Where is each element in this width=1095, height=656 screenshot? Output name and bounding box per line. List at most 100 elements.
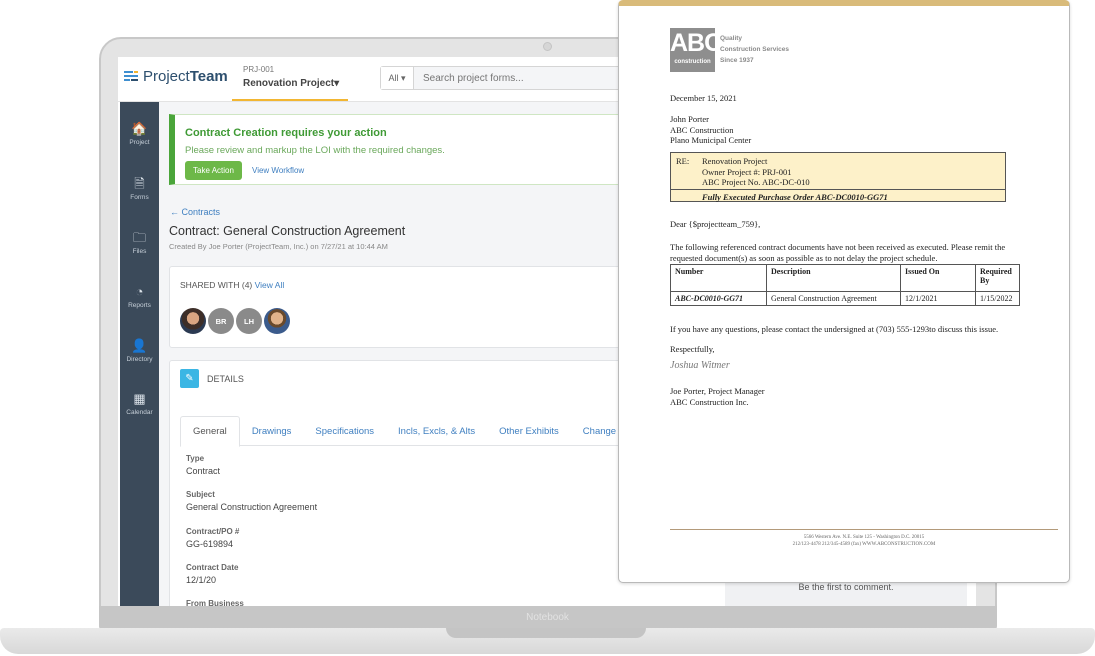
sidebar-item-label: Reports bbox=[128, 302, 151, 309]
alert-title: Contract Creation requires your action bbox=[185, 127, 387, 139]
recipient-line: ABC Construction bbox=[670, 124, 734, 135]
webcam bbox=[543, 42, 552, 51]
sidebar-item-label: Calendar bbox=[126, 409, 153, 416]
letter-document: ABC construction Quality Construction Se… bbox=[618, 0, 1070, 583]
folder-icon: 🗀 bbox=[132, 230, 146, 245]
field-from-business: From Business bbox=[186, 599, 244, 606]
document-icon: 🗎 bbox=[134, 176, 145, 191]
column-header: Number bbox=[670, 264, 767, 292]
device-label: Notebook bbox=[526, 612, 569, 623]
project-code: PRJ-001 bbox=[243, 65, 275, 74]
logo-icon bbox=[124, 70, 138, 83]
sidebar-item-label: Project bbox=[129, 139, 150, 146]
tagline-line: Construction Services bbox=[720, 46, 789, 53]
abc-logo: ABC construction bbox=[670, 28, 722, 72]
project-switcher[interactable]: PRJ-001 Renovation Project▾ bbox=[243, 65, 339, 89]
back-to-contracts-link[interactable]: ← Contracts bbox=[170, 207, 220, 217]
cell-issued-on: 12/1/2021 bbox=[900, 291, 976, 306]
column-header: Description bbox=[766, 264, 901, 292]
field-contract-date: Contract Date 12/1/20 bbox=[186, 563, 238, 585]
cell-number: ABC-DC0010-GG71 bbox=[670, 291, 767, 306]
view-workflow-link[interactable]: View Workflow bbox=[252, 166, 304, 175]
tab-general[interactable]: General bbox=[180, 416, 240, 447]
field-contract-po: Contract/PO # GG-619894 bbox=[186, 527, 239, 549]
re-line: Owner Project #: PRJ-001 bbox=[702, 166, 792, 177]
field-label: Contract/PO # bbox=[186, 527, 240, 536]
tab-drawings[interactable]: Drawings bbox=[240, 416, 304, 446]
company-tagline: Quality Construction Services Since 1937 bbox=[720, 33, 789, 66]
tagline-line: Quality bbox=[720, 35, 743, 42]
field-label: From Business bbox=[186, 599, 244, 606]
cell-required-by: 1/15/2022 bbox=[975, 291, 1020, 306]
created-info: Created By Joe Porter (ProjectTeam, Inc.… bbox=[169, 242, 388, 251]
logo-subtext: construction bbox=[674, 59, 711, 65]
letter-date: December 15, 2021 bbox=[670, 93, 737, 103]
contact-book-icon: 👤 bbox=[131, 338, 148, 353]
footer-divider bbox=[670, 529, 1058, 530]
re-purchase-order: Fully Executed Purchase Order ABC-DC0010… bbox=[702, 192, 888, 202]
sidebar-item-calendar[interactable]: ▦ Calendar bbox=[120, 391, 159, 417]
footer-line: 212/123-4478 212/345-4589 (fax) WWW.ABCO… bbox=[792, 542, 936, 547]
column-header: Required By bbox=[975, 264, 1020, 292]
shared-with-label: SHARED WITH (4) bbox=[180, 280, 253, 290]
recipient-block: John Porter ABC Construction Plano Munic… bbox=[670, 114, 751, 146]
logo[interactable]: ProjectTeam bbox=[124, 68, 228, 85]
field-label: Type bbox=[186, 454, 205, 463]
logo-text: ABC bbox=[670, 29, 722, 57]
take-action-button[interactable]: Take Action bbox=[185, 161, 242, 180]
field-value: GG-619894 bbox=[186, 539, 234, 549]
logo-text-light: Project bbox=[143, 68, 190, 85]
page-title: Contract: General Construction Agreement bbox=[169, 224, 406, 238]
field-label: Subject bbox=[186, 490, 215, 499]
tab-incls-excls-alts[interactable]: Incls, Excls, & Alts bbox=[386, 416, 487, 446]
footer-line: 5566 Western Ave. N.E. Suite 125 - Washi… bbox=[803, 535, 925, 540]
avatar[interactable]: BR bbox=[208, 308, 234, 334]
avatar-list: BR LH bbox=[180, 308, 290, 334]
sidebar-item-label: Files bbox=[132, 248, 147, 255]
action-alert: Contract Creation requires your action P… bbox=[169, 114, 689, 185]
cell-description: General Construction Agreement bbox=[766, 291, 901, 306]
active-project-indicator bbox=[232, 99, 348, 101]
tab-specifications[interactable]: Specifications bbox=[303, 416, 386, 446]
home-icon: 🏠 bbox=[131, 121, 148, 136]
signer-block: Joe Porter, Project Manager ABC Construc… bbox=[670, 386, 765, 407]
signer-line: Joe Porter, Project Manager bbox=[670, 386, 765, 396]
re-line: ABC Project No. ABC-DC-010 bbox=[702, 177, 810, 187]
search-filter-dropdown[interactable]: All ▾ bbox=[381, 67, 414, 89]
view-all-link[interactable]: View All bbox=[255, 280, 285, 290]
alert-message: Please review and markup the LOI with th… bbox=[185, 145, 445, 156]
marketing-composite: Notebook ProjectTeam PRJ-001 Renovation … bbox=[0, 0, 1095, 656]
signer-line: ABC Construction Inc. bbox=[670, 396, 749, 407]
logo-text-bold: Team bbox=[189, 68, 228, 85]
re-label: RE: bbox=[676, 156, 690, 166]
calendar-icon: ▦ bbox=[133, 391, 146, 406]
avatar[interactable] bbox=[264, 308, 290, 334]
field-type: Type Contract bbox=[186, 454, 220, 476]
tab-other-exhibits[interactable]: Other Exhibits bbox=[487, 416, 571, 446]
sidebar-item-forms[interactable]: 🗎 Forms bbox=[120, 176, 159, 202]
tagline-line: Since 1937 bbox=[720, 57, 754, 64]
column-header: Issued On bbox=[900, 264, 976, 292]
gauge-icon: ◔ bbox=[135, 284, 144, 299]
details-title: DETAILS bbox=[207, 374, 244, 384]
pencil-icon: ✎ bbox=[180, 369, 199, 388]
sidebar-item-project[interactable]: 🏠 Project bbox=[120, 121, 159, 147]
avatar[interactable]: LH bbox=[236, 308, 262, 334]
sidebar-item-reports[interactable]: ◔ Reports bbox=[120, 284, 159, 310]
chevron-down-icon: ▾ bbox=[334, 78, 340, 89]
field-value: Contract bbox=[186, 466, 221, 476]
re-box: RE: Renovation Project Owner Project #: … bbox=[670, 152, 1006, 202]
field-label: Contract Date bbox=[186, 563, 239, 572]
sidebar-item-files[interactable]: 🗀 Files bbox=[120, 230, 159, 256]
greeting: Dear {$projectteam_759}, bbox=[670, 219, 761, 229]
letter-body: The following referenced contract docume… bbox=[670, 242, 1006, 263]
sidebar-item-directory[interactable]: 👤 Directory bbox=[120, 338, 159, 364]
questions-text: If you have any questions, please contac… bbox=[670, 324, 999, 334]
re-line: Renovation Project bbox=[702, 156, 768, 166]
divider bbox=[671, 189, 1005, 190]
recipient-line: John Porter bbox=[670, 114, 709, 124]
avatar[interactable] bbox=[180, 308, 206, 334]
laptop-notch bbox=[446, 628, 646, 638]
signature: Joshua Witmer bbox=[670, 360, 730, 371]
project-name: Renovation Project bbox=[243, 78, 335, 89]
